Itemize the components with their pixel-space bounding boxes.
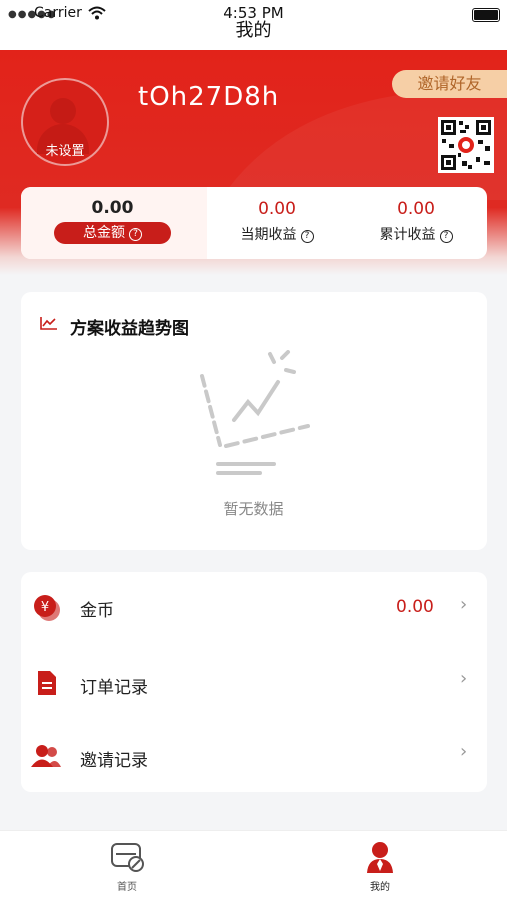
coin-icon: ¥	[34, 595, 60, 621]
users-icon	[31, 745, 61, 767]
total-amount-label-pill[interactable]: 总金额?	[54, 222, 171, 244]
page-title: 我的	[235, 20, 272, 41]
menu-item-label: 邀请记录	[80, 751, 148, 771]
help-icon[interactable]: ?	[129, 228, 142, 241]
coin-balance-value: 0.00	[396, 597, 434, 617]
total-amount-label: 总金额	[83, 225, 125, 241]
cumulative-earnings-value: 0.00	[397, 199, 435, 219]
svg-text:¥: ¥	[41, 600, 49, 615]
menu-item-label: 订单记录	[80, 678, 148, 698]
chevron-right-icon: ›	[460, 668, 468, 689]
tab-bar	[0, 830, 507, 901]
invite-friends-button[interactable]: 邀请好友	[392, 70, 507, 98]
help-icon[interactable]: ?	[439, 230, 453, 243]
chevron-right-icon: ›	[460, 594, 468, 615]
avatar-label: 未设置	[45, 144, 85, 159]
help-icon[interactable]: ?	[300, 230, 314, 243]
current-earnings-label: 当期收益	[240, 227, 297, 243]
cumulative-earnings-label-wrap[interactable]: 累计收益?	[355, 224, 477, 244]
username: tOh27D8h	[138, 82, 280, 112]
earnings-trend-title: 方案收益趋势图	[70, 319, 189, 339]
current-earnings-label-wrap[interactable]: 当期收益?	[216, 224, 338, 244]
empty-state-text: 暂无数据	[223, 500, 284, 518]
trend-chart-icon	[40, 317, 57, 330]
empty-chart-illustration	[200, 350, 310, 475]
chevron-right-icon: ›	[460, 741, 468, 762]
tab-home-label: 首页	[117, 882, 137, 893]
profile-icon	[367, 842, 393, 873]
total-amount-value: 0.00	[91, 198, 134, 218]
battery-icon	[472, 8, 500, 22]
cumulative-earnings-label: 累计收益	[379, 227, 436, 243]
qr-code-icon[interactable]	[438, 117, 494, 173]
avatar-placeholder-icon	[50, 98, 76, 124]
document-icon	[38, 671, 56, 695]
tab-profile-label: 我的	[370, 882, 390, 893]
menu-item-label: 金币	[80, 601, 114, 621]
home-icon	[111, 843, 144, 872]
current-earnings-value: 0.00	[258, 199, 296, 219]
